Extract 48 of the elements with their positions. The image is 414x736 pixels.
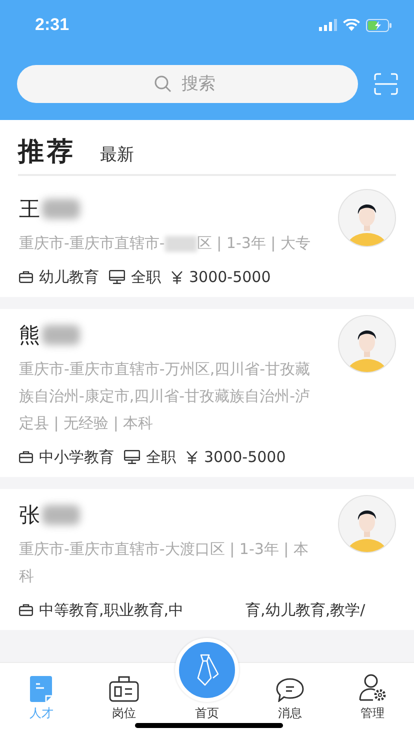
nav-item[interactable]: 消息 [248,669,332,736]
avatar-icon [338,315,396,373]
id-card-icon [109,676,140,702]
candidate-info: 重庆市-重庆市直辖市-万州区,四川省-甘孜藏族自治州-康定市,四川省-甘孜藏族自治州-泸定县 | 无经验 | 本科 [19,359,312,434]
nav-item[interactable]: 管理 [331,669,414,736]
search-bar[interactable]: 搜索 [17,65,358,103]
candidate-info: 重庆市-重庆市直辖市- 区 | 1-3年 | 大专 [19,233,312,254]
candidate-card[interactable]: 王 重庆市-重庆市直辖市- 区 | 1-3年 | 大专 幼儿教育 全职 3000-5000 [0,183,414,297]
briefcase-icon [19,271,33,283]
nav-item[interactable]: 首页 [166,635,248,736]
industry-text: 中等教育,职业教育,中 [39,600,184,620]
job-type-text: 全职 [146,448,176,466]
wifi-icon [343,19,360,31]
blurred-name [42,325,80,345]
candidate-name: 熊 [19,322,40,349]
monitor-icon [124,450,140,464]
job-type-text: 全职 [131,268,161,286]
search-field[interactable]: 搜索 [182,74,222,94]
candidate-name: 王 [19,196,40,223]
monitor-icon [109,270,125,284]
industry-text: 中小学教育 [39,448,114,466]
briefcase-icon [19,451,33,463]
search-icon [154,75,172,93]
document-icon [30,676,52,702]
salary-text: 3000-5000 [204,448,286,466]
yuan-icon [171,270,183,284]
signal-icon [319,19,337,31]
tab[interactable]: 推荐 [18,134,76,169]
scan-icon[interactable] [374,73,398,95]
chat-bubble-icon [276,678,304,702]
user-gear-icon [358,674,387,702]
industry-text: 育,幼儿教育,教学/ [246,600,366,620]
avatar-icon [338,495,396,553]
candidate-card[interactable]: 张 重庆市-重庆市直辖市-大渡口区 | 1-3年 | 本科 中等教育,职业教育,中 育,幼儿教育,教学/ [0,489,414,630]
yuan-icon [186,450,198,464]
blurred-name [42,505,80,525]
briefcase-icon [19,604,33,616]
battery-icon [366,18,392,32]
salary-text: 3000-5000 [189,268,271,286]
status-time: 2:31 [35,15,70,35]
industry-text: 幼儿教育 [39,268,99,286]
candidate-card[interactable]: 熊 重庆市-重庆市直辖市-万州区,四川省-甘孜藏族自治州-康定市,四川省-甘孜藏族自治州-泸定县 | 无经验 | 本科 中小学教育 全职 3000-5000 [0,309,414,477]
nav-item[interactable]: 岗位 [82,669,166,736]
blurred-name [42,199,80,219]
candidate-name: 张 [19,502,40,529]
tab[interactable]: 最新 [100,143,134,166]
avatar-icon [338,189,396,247]
candidate-info: 重庆市-重庆市直辖市-大渡口区 | 1-3年 | 本科 [19,539,310,587]
